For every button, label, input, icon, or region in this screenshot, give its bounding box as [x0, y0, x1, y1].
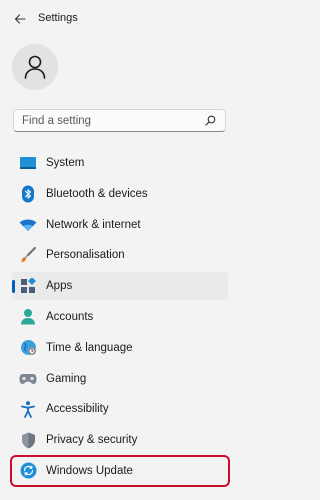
accessibility-icon [19, 400, 37, 418]
nav-item-windows-update[interactable]: Windows Update [10, 454, 230, 487]
nav-label: System [46, 157, 85, 169]
nav-label: Gaming [46, 372, 87, 385]
gamepad-icon [19, 370, 37, 388]
avatar[interactable] [12, 44, 58, 90]
nav-label: Accessibility [46, 403, 109, 416]
nav-item-privacy-security[interactable]: Privacy & security [12, 426, 228, 454]
nav-label: Windows Update [46, 464, 133, 477]
window-title: Settings [38, 12, 78, 24]
back-button[interactable] [10, 9, 30, 29]
nav-item-apps[interactable]: Apps [12, 272, 228, 301]
back-arrow-icon [14, 14, 26, 24]
nav-label: Network & internet [46, 218, 141, 231]
search-icon[interactable] [205, 115, 216, 126]
title-bar: Settings [0, 0, 253, 38]
nav-item-accessibility[interactable]: Accessibility [12, 395, 228, 423]
nav-item-system[interactable]: System [12, 149, 228, 177]
nav-label: Bluetooth & devices [46, 187, 148, 200]
nav-label: Accounts [46, 310, 94, 323]
nav-label: Time & language [46, 341, 133, 354]
system-icon [19, 154, 37, 172]
nav-item-personalisation[interactable]: Personalisation [12, 241, 228, 269]
nav-item-bluetooth-devices[interactable]: Bluetooth & devices [12, 180, 228, 208]
nav-item-gaming[interactable]: Gaming [12, 365, 228, 393]
network-icon [19, 216, 37, 234]
search-input[interactable] [14, 110, 202, 131]
nav-label: Personalisation [46, 249, 125, 262]
search-box[interactable] [13, 109, 226, 132]
shield-icon [19, 431, 37, 449]
nav-label: Privacy & security [46, 434, 138, 447]
nav-item-time-language[interactable]: Time & language [12, 334, 228, 362]
nav-item-network-internet[interactable]: Network & internet [12, 211, 228, 239]
settings-nav: System Bluetooth & devices Network & int… [10, 149, 230, 488]
accounts-icon [19, 308, 37, 326]
globe-icon [19, 339, 37, 357]
brush-icon [19, 246, 37, 264]
nav-label: Apps [46, 280, 73, 293]
bluetooth-icon [19, 185, 37, 203]
person-icon [24, 55, 46, 79]
update-icon [19, 462, 37, 480]
apps-icon [19, 277, 37, 295]
nav-item-accounts[interactable]: Accounts [12, 303, 228, 331]
